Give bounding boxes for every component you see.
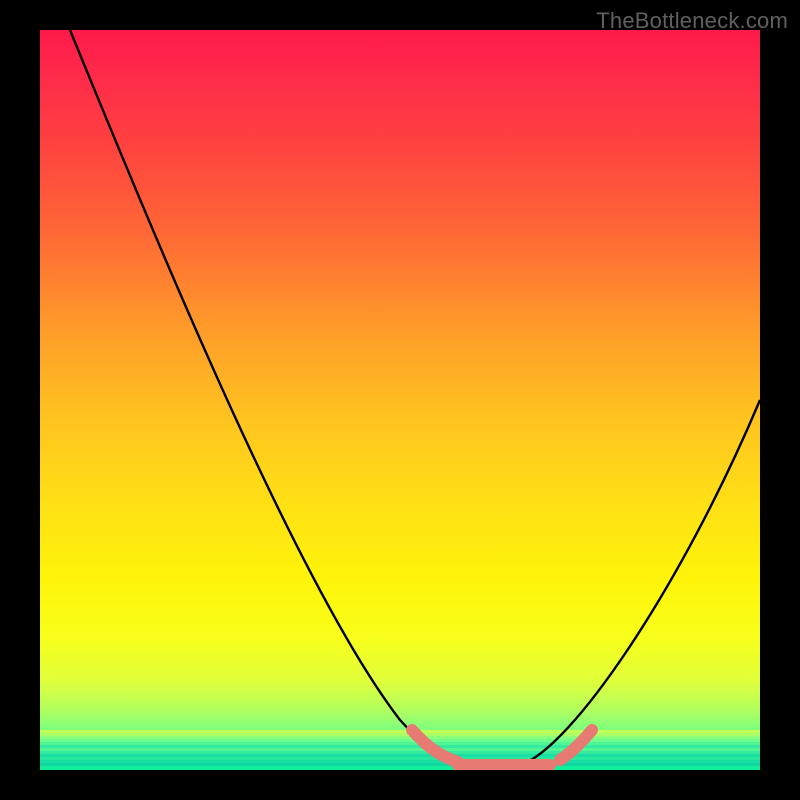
chart-frame: TheBottleneck.com — [0, 0, 800, 800]
watermark-text: TheBottleneck.com — [596, 8, 788, 34]
plot-area — [40, 30, 760, 770]
highlight-left — [412, 730, 458, 762]
bottleneck-curve — [70, 30, 760, 767]
highlight-right — [560, 730, 592, 760]
bottleneck-curve-svg — [40, 30, 760, 770]
